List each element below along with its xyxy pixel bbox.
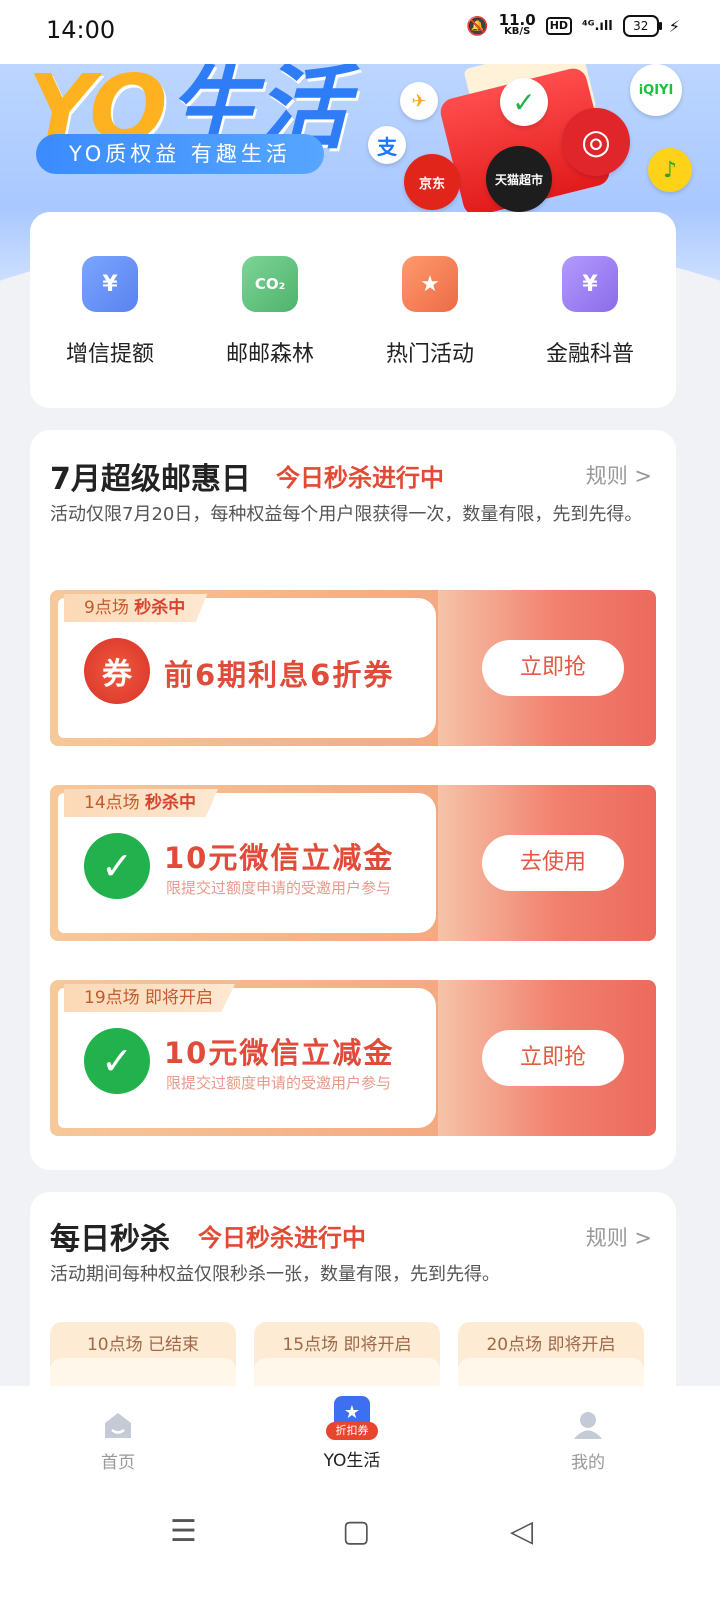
tmall-icon: 天猫超市: [486, 146, 552, 212]
entry-label: 增信提额: [65, 342, 154, 367]
music-note-icon: ♪: [648, 148, 692, 192]
daily-title: 每日秒杀: [50, 1222, 170, 1257]
check-bubble-icon: ✓: [500, 78, 548, 126]
bird-icon: ✈: [400, 82, 438, 120]
wechat-pay-icon: ✓: [84, 1028, 150, 1094]
daily-description: 活动期间每种权益仅限秒杀一张，数量有限，先到先得。: [50, 1264, 500, 1285]
daily-rule-link[interactable]: 规则 >: [586, 1222, 652, 1252]
coupon-subtitle: 限提交过额度申请的受邀用户参与: [166, 879, 392, 897]
entry-finance-education[interactable]: ¥ 金融科普: [530, 256, 650, 368]
status-bar: 14:00 🔕 11.0 KB/S HD ⁴ᴳ.ıll 32 ⚡: [0, 0, 720, 64]
wechat-pay-icon: ✓: [84, 833, 150, 899]
grab-button[interactable]: 立即抢: [482, 1030, 624, 1086]
promo-status: 今日秒杀进行中: [276, 464, 444, 492]
entry-label: 热门活动: [385, 342, 474, 367]
home-icon: [105, 1413, 131, 1438]
entry-postal-forest[interactable]: CO₂ 邮邮森林: [210, 256, 330, 368]
co2-cloud-icon: CO₂: [242, 256, 298, 312]
user-icon: [574, 1412, 602, 1439]
entry-credit-increase[interactable]: ¥ 增信提额: [50, 256, 170, 368]
entry-label: 金融科普: [545, 342, 634, 367]
coupon-title: 10元微信立减金: [164, 841, 395, 875]
charging-icon: ⚡: [668, 16, 680, 36]
alipay-icon: 支: [368, 126, 406, 164]
promo-title: 7月超级邮惠日: [50, 462, 251, 497]
menu-icon[interactable]: ☰: [170, 1514, 197, 1549]
banner-slogan: YO质权益 有趣生活: [36, 134, 324, 174]
wallet-icon: ¥: [82, 256, 138, 312]
quick-entry-card: ¥ 增信提额 CO₂ 邮邮森林 ★ 热门活动 ¥ 金融科普: [30, 212, 676, 408]
tab-label: 我的: [571, 1453, 605, 1473]
coupon-card: 19点场 即将开启 ✓ 10元微信立减金 限提交过额度申请的受邀用户参与 立即抢: [50, 980, 656, 1136]
network-speed-unit: KB/S: [504, 26, 531, 37]
discount-badge: 折扣券: [326, 1422, 378, 1440]
hd-badge: HD: [545, 17, 573, 35]
slot-label: 20点场 即将开启: [486, 1335, 616, 1355]
iqiyi-icon: iQIYI: [630, 64, 682, 116]
tab-home[interactable]: 首页: [58, 1408, 178, 1473]
coupon-slot-tag: 19点场 即将开启: [64, 984, 236, 1012]
battery-icon: 32: [622, 15, 662, 37]
finance-doc-icon: ¥: [562, 256, 618, 312]
coupon-ticket-icon: 券: [84, 638, 150, 704]
use-button[interactable]: 去使用: [482, 835, 624, 891]
status-time: 14:00: [46, 16, 116, 44]
star-bookmark-icon: ★: [402, 256, 458, 312]
coupon-card: 14点场 秒杀中 ✓ 10元微信立减金 限提交过额度申请的受邀用户参与 去使用: [50, 785, 656, 941]
network-speed-value: 11.0: [498, 11, 536, 29]
mute-bell-icon: 🔕: [466, 15, 489, 37]
coupon-slot-tag: 9点场 秒杀中: [64, 594, 208, 622]
system-nav-bar: ☰ ▢ ◁: [0, 1484, 720, 1600]
home-square-icon[interactable]: ▢: [342, 1514, 370, 1549]
promo-description: 活动仅限7月20日，每种权益每个用户限获得一次，数量有限，先到先得。: [50, 504, 643, 525]
slot-label: 15点场 即将开启: [282, 1335, 412, 1355]
entry-hot-activities[interactable]: ★ 热门活动: [370, 256, 490, 368]
promo-rule-link[interactable]: 规则 >: [586, 460, 652, 490]
coupon-subtitle: 限提交过额度申请的受邀用户参与: [166, 1074, 392, 1092]
signal-icon: ⁴ᴳ.ıll: [582, 18, 613, 34]
jd-icon: 京东: [404, 154, 460, 210]
network-speed: 11.0 KB/S: [498, 11, 536, 38]
coupon-title: 10元微信立减金: [164, 1036, 395, 1070]
back-triangle-icon[interactable]: ◁: [510, 1514, 533, 1549]
grab-button[interactable]: 立即抢: [482, 640, 624, 696]
tab-label: YO生活: [323, 1451, 381, 1471]
battery-level: 32: [633, 19, 649, 33]
tab-mine[interactable]: 我的: [528, 1408, 648, 1473]
tab-label: 首页: [101, 1453, 135, 1473]
slot-label: 10点场 已结束: [86, 1335, 200, 1355]
shopping-bag-icon: ★ 折扣券: [326, 1390, 378, 1442]
coupon-card: 9点场 秒杀中 券 前6期利息6折券 立即抢: [50, 590, 656, 746]
july-promo-card: 7月超级邮惠日 今日秒杀进行中 规则 > 活动仅限7月20日，每种权益每个用户限…: [30, 430, 676, 1170]
coupon-title: 前6期利息6折券: [164, 658, 395, 692]
bottom-tab-bar: 首页 ★ 折扣券 YO生活 我的: [0, 1386, 720, 1484]
daily-status: 今日秒杀进行中: [198, 1224, 366, 1252]
music-netease-icon: ◎: [562, 108, 630, 176]
coupon-slot-tag: 14点场 秒杀中: [64, 789, 219, 817]
tab-yo-life[interactable]: ★ 折扣券 YO生活: [292, 1390, 412, 1471]
entry-label: 邮邮森林: [225, 342, 314, 367]
